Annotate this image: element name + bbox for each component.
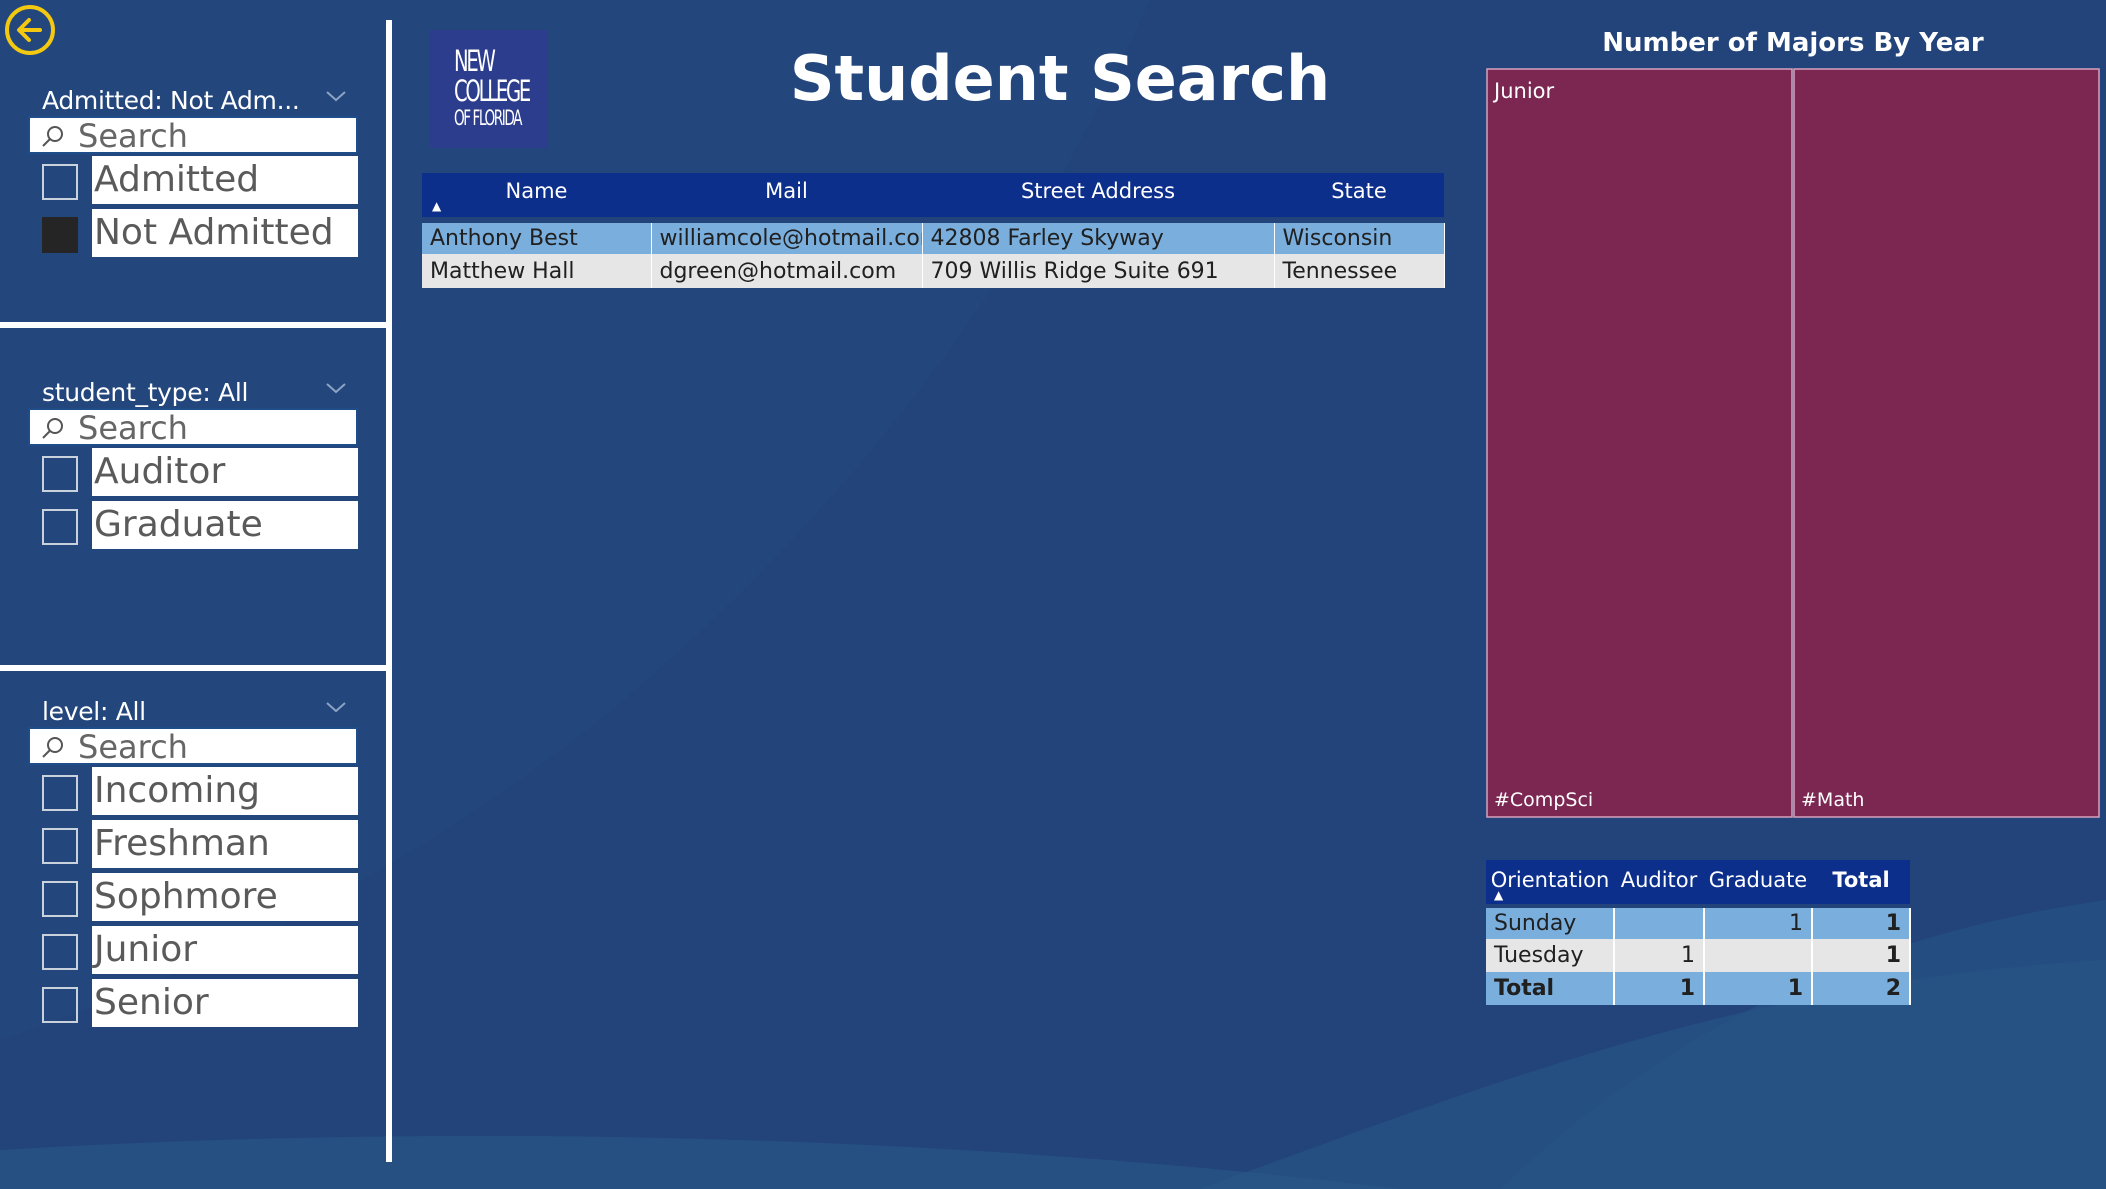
cell-total: 1 (1812, 904, 1911, 939)
slicer-option-freshman[interactable]: Freshman (28, 818, 358, 871)
matrix-row[interactable]: Tuesday 1 1 (1486, 939, 1911, 972)
back-arrow-circle-icon (5, 5, 55, 55)
cell-total: 1 (1704, 972, 1813, 1005)
search-input[interactable] (78, 411, 348, 445)
slicer-panel-divider (386, 20, 392, 1162)
option-label[interactable]: Graduate (92, 501, 358, 549)
column-header-mail[interactable]: Mail (651, 173, 922, 220)
search-icon (42, 418, 63, 439)
college-logo: NEW COLLEGE OF FLORIDA (430, 30, 548, 148)
checkbox[interactable] (42, 509, 78, 545)
cell-mail: dgreen@hotmail.com (651, 254, 923, 288)
cell-state: Wisconsin (1274, 217, 1445, 254)
option-label[interactable]: Junior (92, 926, 358, 974)
majors-treemap: #CompSci #Math Junior (1486, 68, 2100, 818)
chevron-down-icon[interactable] (324, 380, 348, 396)
cell-street-address: 709 Willis Ridge Suite 691 (922, 254, 1275, 288)
slicer-option-junior[interactable]: Junior (28, 924, 358, 977)
treemap-group-label: Junior (1492, 79, 1554, 103)
checkbox[interactable] (42, 934, 78, 970)
cell-total: 1 (1812, 939, 1911, 972)
slicer-option-senior[interactable]: Senior (28, 977, 358, 1030)
slicer-option-not-admitted[interactable]: Not Admitted (28, 207, 358, 260)
treemap-tile-label: #Math (1801, 789, 1864, 811)
cell-value: 1 (1704, 904, 1813, 939)
checkbox[interactable] (42, 456, 78, 492)
slicer-option-incoming[interactable]: Incoming (28, 765, 358, 818)
option-label[interactable]: Auditor (92, 448, 358, 496)
cell-name: Anthony Best (422, 217, 652, 254)
row-label: Sunday (1486, 904, 1615, 939)
matrix-total-row[interactable]: Total 1 1 2 (1486, 972, 1911, 1005)
treemap-tile-label: #CompSci (1494, 789, 1593, 811)
orientation-matrix: Orientation ▲ Auditor Graduate Total Sund… (1486, 860, 1911, 1005)
back-button[interactable] (4, 4, 56, 56)
search-field[interactable] (28, 727, 358, 765)
search-field[interactable] (28, 408, 358, 446)
slicer-title: Admitted: Not Adm... (42, 86, 300, 115)
admitted-slicer: Admitted: Not Adm... Admitted Not Admitt… (28, 82, 358, 260)
logo-line-3: OF FLORIDA (454, 106, 522, 130)
page-title: Student Search (789, 42, 1331, 115)
logo-line-1: NEW (454, 44, 496, 78)
cell-value (1614, 904, 1705, 939)
sort-ascending-icon: ▲ (432, 199, 442, 213)
cell-state: Tennessee (1274, 254, 1445, 288)
slicer-option-admitted[interactable]: Admitted (28, 154, 358, 207)
row-label: Tuesday (1486, 939, 1615, 972)
slicer-title: level: All (42, 697, 146, 726)
cell-name: Matthew Hall (422, 254, 652, 288)
option-label[interactable]: Incoming (92, 767, 358, 815)
checkbox[interactable] (42, 828, 78, 864)
sort-ascending-icon: ▲ (1494, 888, 1504, 902)
checkbox-checked[interactable] (42, 217, 78, 253)
logo-line-2: COLLEGE (454, 74, 531, 108)
search-icon (42, 126, 63, 147)
option-label[interactable]: Sophmore (92, 873, 358, 921)
cell-grand-total: 2 (1812, 972, 1911, 1005)
matrix-row[interactable]: Sunday 1 1 (1486, 904, 1911, 939)
chart-title: Number of Majors By Year (1602, 28, 1984, 58)
cell-value (1704, 939, 1813, 972)
checkbox[interactable] (42, 881, 78, 917)
search-input[interactable] (78, 730, 348, 764)
option-label[interactable]: Freshman (92, 820, 358, 868)
table-row[interactable]: Anthony Best williamcole@hotmail.com 428… (422, 217, 1445, 254)
chevron-down-icon[interactable] (324, 88, 348, 104)
search-input[interactable] (78, 119, 348, 153)
checkbox[interactable] (42, 775, 78, 811)
treemap-tile[interactable] (1793, 68, 2100, 818)
option-label[interactable]: Senior (92, 979, 358, 1027)
search-field[interactable] (28, 116, 358, 154)
column-header-graduate[interactable]: Graduate (1704, 860, 1812, 906)
option-label[interactable]: Admitted (92, 156, 358, 204)
treemap-tile[interactable] (1486, 68, 1793, 818)
slicer-divider-1 (0, 322, 386, 328)
slicer-option-graduate[interactable]: Graduate (28, 499, 358, 552)
row-label: Total (1486, 972, 1615, 1005)
cell-value: 1 (1614, 939, 1705, 972)
cell-street-address: 42808 Farley Skyway (922, 217, 1275, 254)
cell-mail: williamcole@hotmail.com (651, 217, 923, 254)
student-table: Name ▲ Mail Street Address State Anthony … (422, 173, 1445, 288)
table-row[interactable]: Matthew Hall dgreen@hotmail.com 709 Will… (422, 254, 1445, 288)
slicer-divider-2 (0, 665, 386, 671)
option-label[interactable]: Not Admitted (92, 209, 358, 257)
cell-total: 1 (1614, 972, 1705, 1005)
slicer-option-sophmore[interactable]: Sophmore (28, 871, 358, 924)
column-header-orientation[interactable]: Orientation ▲ (1486, 860, 1614, 906)
checkbox[interactable] (42, 164, 78, 200)
column-header-state[interactable]: State (1274, 173, 1444, 220)
column-header-street-address[interactable]: Street Address (922, 173, 1274, 220)
search-icon (42, 737, 63, 758)
student-type-slicer: student_type: All Auditor Graduate (28, 374, 358, 552)
checkbox[interactable] (42, 987, 78, 1023)
column-header-name[interactable]: Name ▲ (422, 173, 651, 220)
chevron-down-icon[interactable] (324, 699, 348, 715)
level-slicer: level: All Incoming Freshman Sophmore Ju… (28, 693, 358, 1030)
column-header-total[interactable]: Total (1812, 860, 1910, 906)
column-header-auditor[interactable]: Auditor (1614, 860, 1704, 906)
slicer-title: student_type: All (42, 378, 249, 407)
slicer-option-auditor[interactable]: Auditor (28, 446, 358, 499)
